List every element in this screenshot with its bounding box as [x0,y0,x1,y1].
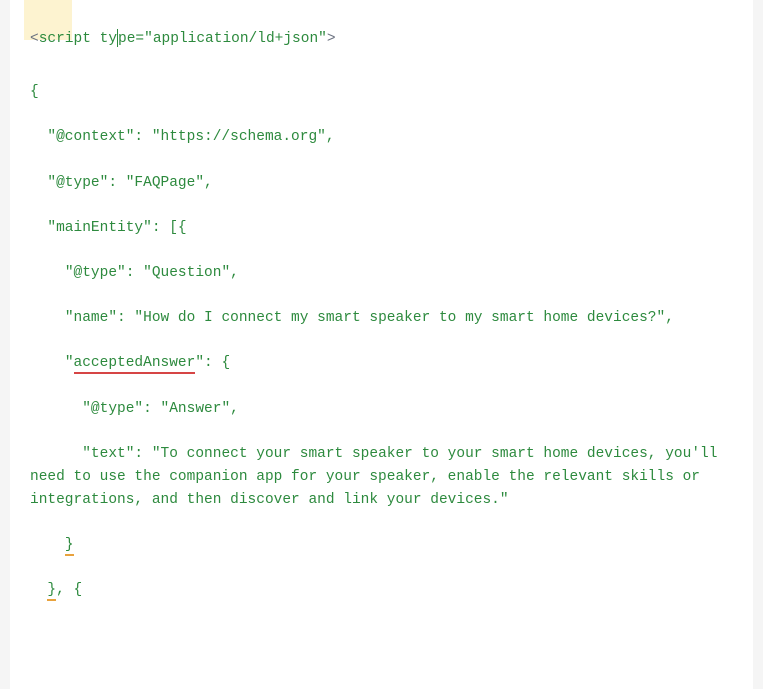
script-open-lt: < [30,31,39,47]
script-attr-pre: ty [91,31,117,47]
code-line-script-tag[interactable]: <script type="application/ld+json"> [30,28,733,51]
script-tag-name: script [39,31,91,47]
code-line-11[interactable]: }, { [30,579,733,602]
accepted-answer-underlined: acceptedAnswer [74,355,196,374]
code-line-5[interactable]: "@type": "Question", [30,262,733,285]
closing-brace-underlined-1: } [65,537,74,556]
code-block: <script type="application/ld+json"> { "@… [10,0,753,689]
code-line-7[interactable]: "acceptedAnswer": { [30,352,733,375]
code-line-10[interactable]: } [30,534,733,557]
code-line-4[interactable]: "mainEntity": [{ [30,217,733,240]
code-line-6[interactable]: "name": "How do I connect my smart speak… [30,307,733,330]
code-line-3[interactable]: "@type": "FAQPage", [30,172,733,195]
code-line-9[interactable]: "text": "To connect your smart speaker t… [30,443,733,513]
code-line-2[interactable]: "@context": "https://schema.org", [30,126,733,149]
script-attr-rest: pe="application/ld+json" [118,31,327,47]
code-line-1[interactable]: { [30,81,733,104]
code-line-8[interactable]: "@type": "Answer", [30,398,733,421]
closing-brace-underlined-2: } [47,582,56,601]
script-close-gt: > [327,31,336,47]
